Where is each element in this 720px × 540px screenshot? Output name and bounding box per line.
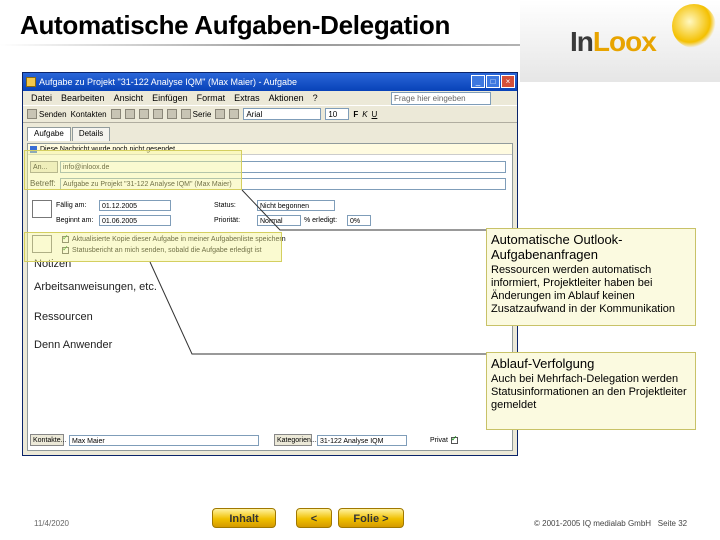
footer-date: 11/4/2020 [34, 519, 69, 528]
callout-outlook-requests: Automatische Outlook-Aufgabenanfragen Re… [486, 228, 696, 326]
footer-copyright: © 2001-2005 IQ medialab GmbH Seite 32 [534, 519, 688, 528]
callout-title: Automatische Outlook-Aufgabenanfragen [491, 232, 623, 262]
callout-text: Ressourcen werden automatisch informiert… [491, 264, 676, 315]
previous-slide-button[interactable]: < [296, 508, 332, 528]
connector-line-2 [149, 261, 486, 355]
page-number: Seite 32 [657, 519, 688, 528]
connector-line-1 [241, 189, 486, 231]
callout-text: Auch bei Mehrfach-Delegation werden Stat… [491, 373, 687, 411]
contents-button[interactable]: Inhalt [212, 508, 276, 528]
callout-title: Ablauf-Verfolgung [491, 356, 595, 371]
callout-tracking: Ablauf-Verfolgung Auch bei Mehrfach-Dele… [486, 352, 696, 430]
next-slide-button[interactable]: Folie > [338, 508, 404, 528]
